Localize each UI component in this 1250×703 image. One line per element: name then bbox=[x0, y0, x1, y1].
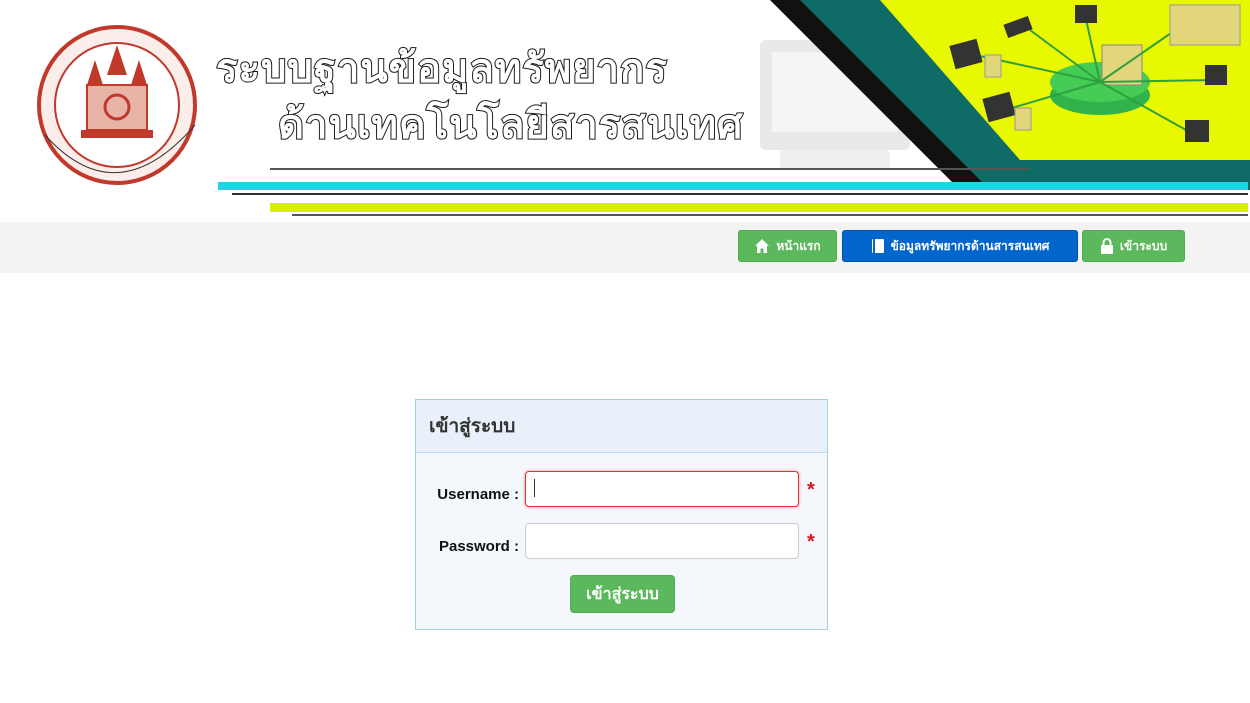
top-navbar: หน้าแรก ข้อมูลทรัพยากรด้านสารสนเทศ เข้าร… bbox=[0, 222, 1250, 273]
login-submit-button[interactable]: เข้าสู่ระบบ bbox=[570, 575, 675, 613]
home-button-label: หน้าแรก bbox=[776, 238, 821, 253]
book-icon bbox=[871, 239, 884, 253]
username-label: Username : bbox=[437, 486, 519, 503]
login-nav-button[interactable]: เข้าระบบ bbox=[1082, 230, 1185, 262]
username-input[interactable] bbox=[525, 471, 799, 507]
lock-icon bbox=[1100, 238, 1113, 254]
header-banner: ระบบฐานข้อมูลทรัพยากร ด้านเทคโนโลยีสารสน… bbox=[0, 0, 1250, 222]
resources-button-label: ข้อมูลทรัพยากรด้านสารสนเทศ bbox=[890, 238, 1050, 253]
banner-title-line2: ด้านเทคโนโลยีสารสนเทศ bbox=[277, 101, 744, 149]
login-panel: เข้าสู่ระบบ Username : * Password : * เข… bbox=[415, 399, 828, 630]
username-required-mark: * bbox=[807, 479, 815, 501]
username-field-wrapper bbox=[525, 471, 799, 507]
banner-title-line1: ระบบฐานข้อมูลทรัพยากร bbox=[215, 45, 668, 93]
password-label: Password : bbox=[438, 538, 519, 555]
university-seal-icon bbox=[37, 25, 197, 185]
home-button[interactable]: หน้าแรก bbox=[738, 230, 837, 262]
login-panel-title: เข้าสู่ระบบ bbox=[416, 400, 827, 453]
password-input[interactable] bbox=[525, 523, 799, 559]
home-icon bbox=[755, 239, 770, 253]
text-caret bbox=[534, 479, 535, 497]
login-nav-button-label: เข้าระบบ bbox=[1119, 238, 1168, 253]
resources-button[interactable]: ข้อมูลทรัพยากรด้านสารสนเทศ bbox=[842, 230, 1078, 262]
password-required-mark: * bbox=[807, 531, 815, 553]
